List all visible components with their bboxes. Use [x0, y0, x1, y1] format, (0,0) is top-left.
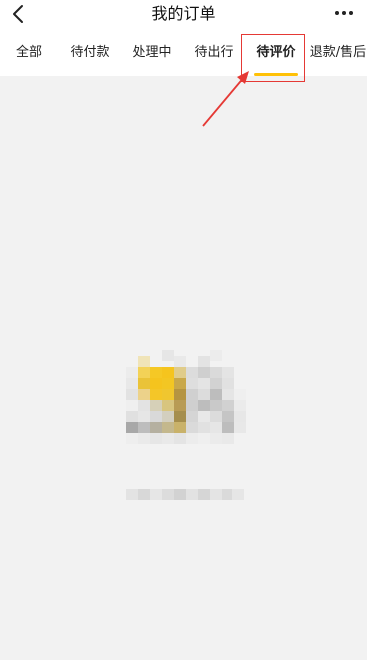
tab-all[interactable]: 全部 [4, 30, 54, 76]
empty-state-text-blurred [126, 489, 244, 500]
tab-refund-after-sales[interactable]: 退款/售后 [308, 30, 367, 76]
order-status-tabs: 全部 待付款 处理中 待出行 待评价 退款/售后 [0, 30, 367, 76]
tab-processing[interactable]: 处理中 [124, 30, 180, 76]
annotation-arrow [202, 71, 249, 127]
top-bar: 我的订单 [0, 0, 367, 30]
page-title: 我的订单 [151, 4, 216, 23]
more-horizontal-icon[interactable] [333, 9, 355, 17]
tab-pending-payment[interactable]: 待付款 [62, 30, 118, 76]
